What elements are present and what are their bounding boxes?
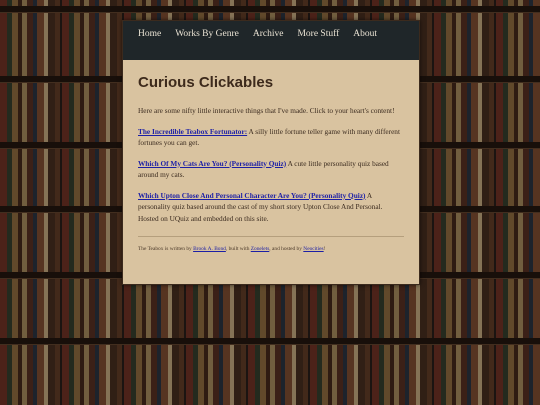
nav-item-works-by-genre[interactable]: Works By Genre bbox=[175, 25, 239, 43]
link-upton-quiz[interactable]: Which Upton Close And Personal Character… bbox=[138, 191, 365, 200]
page-title: Curious Clickables bbox=[138, 74, 274, 91]
top-nav: Home Works By Genre Archive More Stuff A… bbox=[123, 21, 419, 60]
intro-text: Here are some nifty little interactive t… bbox=[138, 106, 395, 115]
footer-text: ! bbox=[323, 246, 326, 252]
footer-host-link[interactable]: Neocities bbox=[303, 246, 323, 252]
link-cats-quiz[interactable]: Which Of My Cats Are You? (Personality Q… bbox=[138, 159, 286, 168]
nav-item-archive[interactable]: Archive bbox=[253, 25, 284, 43]
entry-cats-quiz: Which Of My Cats Are You? (Personality Q… bbox=[138, 158, 404, 181]
main-content: Curious Clickables Here are some nifty l… bbox=[123, 60, 419, 253]
footer-text: The Teabox is written by bbox=[138, 246, 194, 252]
entry-teabox-fortunator: The Incredible Teabox Fortunator: A sill… bbox=[138, 126, 404, 149]
footer-text: , built with bbox=[225, 246, 251, 252]
nav-item-home[interactable]: Home bbox=[138, 25, 161, 43]
footer-text: , and hosted by bbox=[269, 246, 304, 252]
link-teabox-fortunator[interactable]: The Incredible Teabox Fortunator: bbox=[138, 127, 247, 136]
footer-builder-link[interactable]: Zonelets bbox=[251, 246, 270, 252]
footer-author-link[interactable]: Brook A. Bond bbox=[193, 246, 226, 252]
footer: The Teabox is written by Brook A. Bond, … bbox=[138, 236, 404, 253]
nav-item-more-stuff[interactable]: More Stuff bbox=[297, 25, 339, 43]
entry-upton-quiz: Which Upton Close And Personal Character… bbox=[138, 190, 404, 225]
nav-item-about[interactable]: About bbox=[353, 25, 377, 43]
content-panel: Home Works By Genre Archive More Stuff A… bbox=[122, 20, 420, 285]
